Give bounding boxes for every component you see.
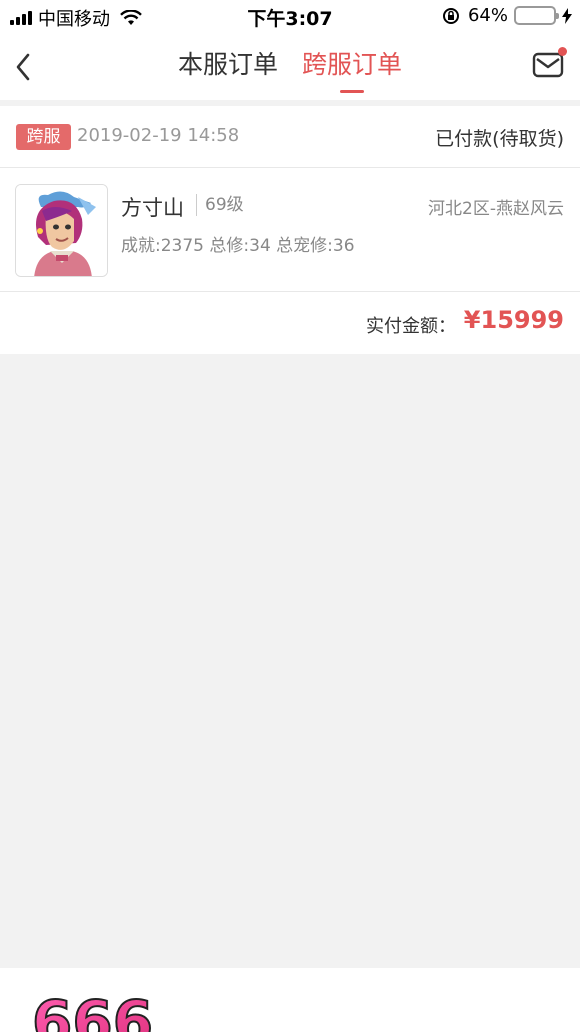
character-class: 方寸山 <box>121 196 184 220</box>
paid-amount-label: 实付金额： <box>366 316 456 337</box>
character-portrait-icon <box>16 185 107 276</box>
server-name: 河北2区-燕赵风云 <box>428 199 564 219</box>
order-tabs: 本服订单 跨服订单 <box>0 34 580 100</box>
battery-icon <box>514 6 559 25</box>
charging-icon <box>562 7 572 24</box>
rotation-lock-icon <box>442 7 459 24</box>
sticker-digit: 666 <box>32 988 153 1032</box>
order-card: 跨服 2019-02-19 14:58 已付款(待取货) 方寸山 69级 河北2… <box>0 106 580 354</box>
tab-local-orders[interactable]: 本服订单 <box>178 34 278 100</box>
status-right: 64% <box>442 5 572 26</box>
character-avatar <box>15 184 108 277</box>
order-item[interactable]: 方寸山 69级 河北2区-燕赵风云 成就:2375 总修:34 总宠修:36 <box>0 168 580 292</box>
order-footer: 实付金额： ¥15999 <box>0 292 580 354</box>
mail-button[interactable] <box>532 47 567 80</box>
paid-amount-value: ¥15999 <box>463 306 564 334</box>
order-time: 2019-02-19 14:58 <box>77 125 240 146</box>
bottom-area: 666 <box>0 968 580 1032</box>
order-header: 跨服 2019-02-19 14:58 已付款(待取货) <box>0 106 580 168</box>
tab-cross-server-orders[interactable]: 跨服订单 <box>302 34 402 100</box>
battery-percent: 64% <box>467 5 508 26</box>
character-stats: 成就:2375 总修:34 总宠修:36 <box>121 236 355 256</box>
unread-dot <box>558 47 567 56</box>
status-bar: 中国移动 下午3:07 64% <box>0 0 580 34</box>
order-status: 已付款(待取货) <box>435 128 564 150</box>
cross-server-badge: 跨服 <box>16 124 71 150</box>
character-level: 69级 <box>196 194 244 216</box>
nav-bar: 本服订单 跨服订单 <box>0 34 580 100</box>
sticker-666-icon: 666 <box>31 987 154 1032</box>
